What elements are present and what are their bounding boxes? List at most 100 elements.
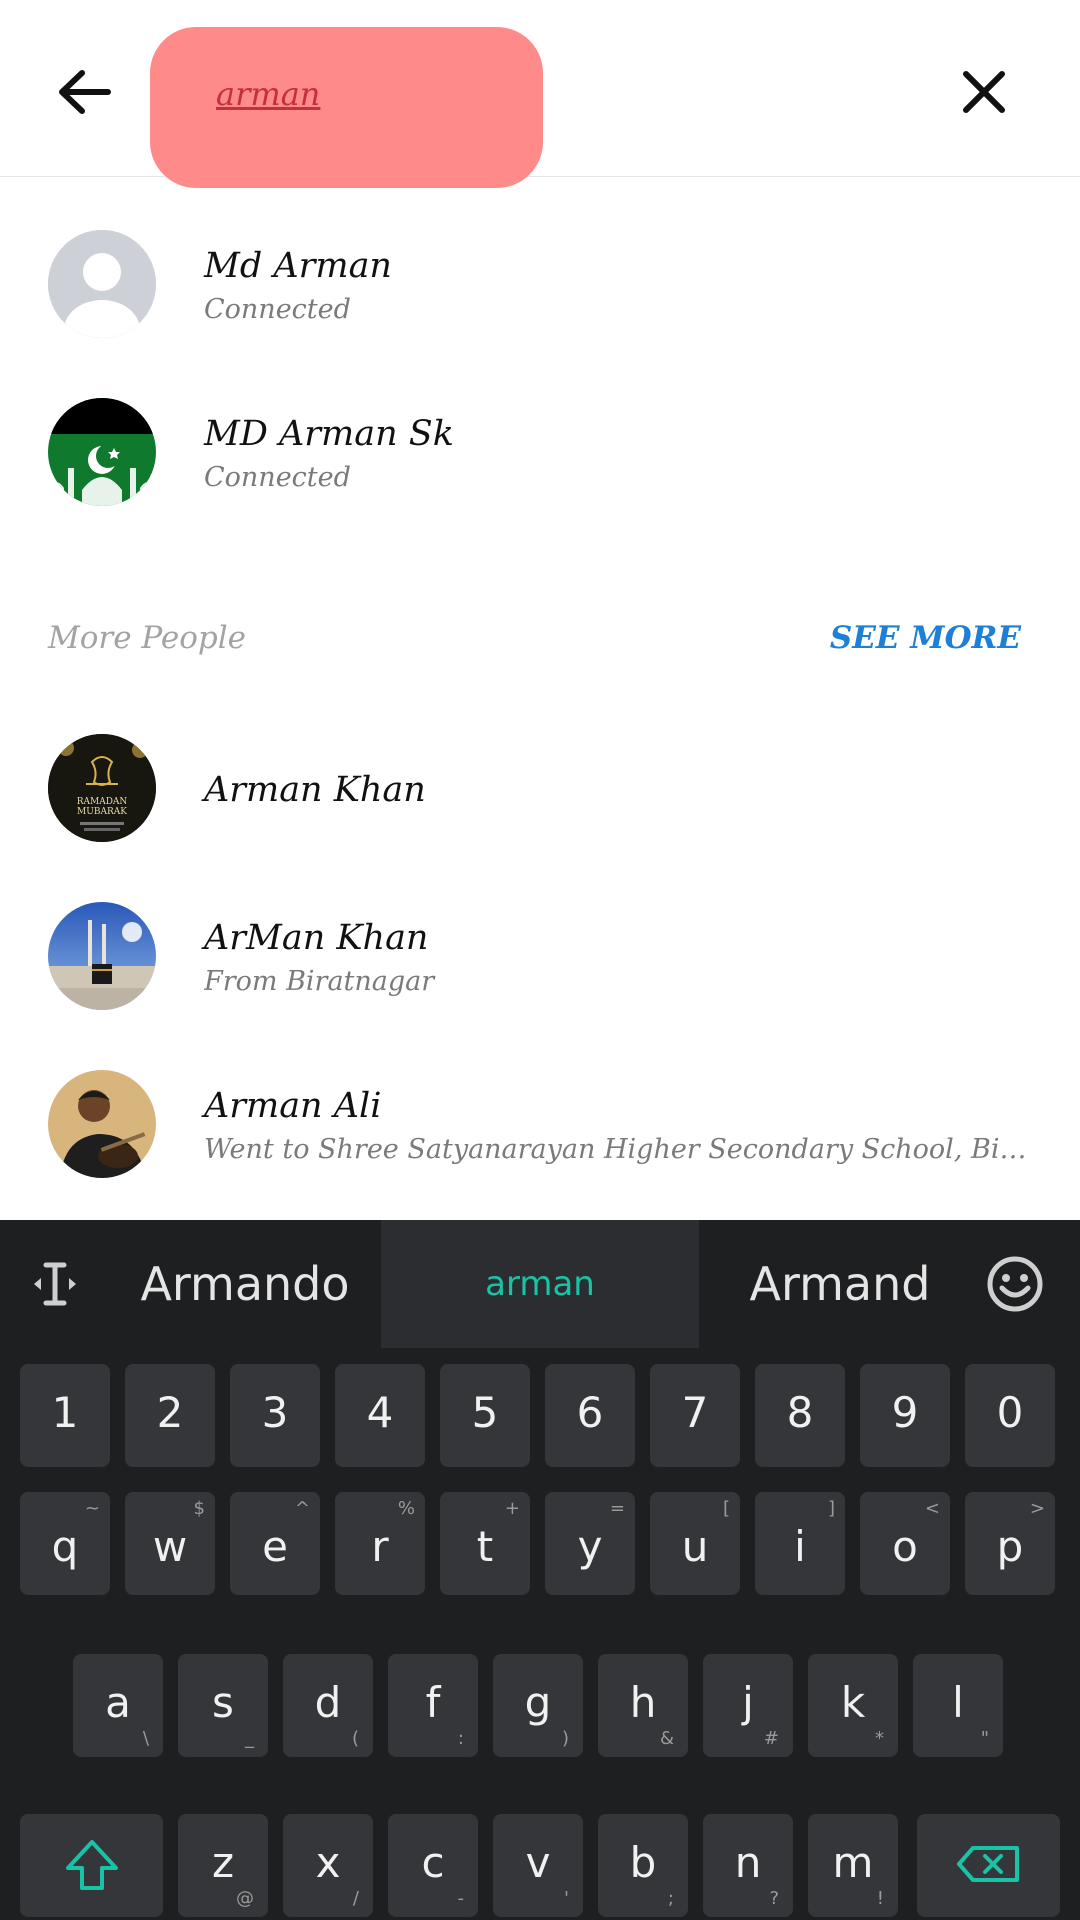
key-label: q: [51, 1522, 79, 1571]
text-cursor-button[interactable]: [0, 1220, 110, 1348]
key-3[interactable]: 3: [230, 1364, 320, 1467]
key-label: a: [105, 1678, 131, 1727]
key-v[interactable]: v ': [493, 1814, 583, 1917]
suggestion-left[interactable]: Armando: [110, 1220, 380, 1348]
suggestion-right[interactable]: Armand: [700, 1220, 980, 1348]
key-label: k: [840, 1678, 866, 1727]
key-z[interactable]: z @: [178, 1814, 268, 1917]
key-alt-label: >: [1029, 1498, 1045, 1519]
person-subtitle: Connected: [204, 294, 351, 325]
key-m[interactable]: m!: [808, 1814, 898, 1917]
key-l[interactable]: l ": [913, 1654, 1003, 1757]
list-item[interactable]: Arman Ali Went to Shree Satyanarayan Hig…: [0, 1050, 1080, 1200]
key-f[interactable]: f:: [388, 1654, 478, 1757]
key-g[interactable]: g): [493, 1654, 583, 1757]
key-label: 1: [51, 1388, 79, 1437]
key-t[interactable]: t +: [440, 1492, 530, 1595]
backspace-icon: [957, 1846, 1019, 1882]
search-input[interactable]: [216, 68, 516, 120]
key-d[interactable]: d(: [283, 1654, 373, 1757]
key-alt-label: /: [352, 1888, 359, 1909]
person-subtitle: Connected: [204, 462, 351, 493]
key-alt-label: <: [924, 1498, 940, 1519]
person-name: ArMan Khan: [204, 918, 429, 958]
key-label: c: [421, 1838, 445, 1887]
see-more-button[interactable]: SEE MORE: [830, 620, 1021, 656]
svg-text:RAMADAN: RAMADAN: [77, 797, 128, 807]
list-item[interactable]: ArMan Khan From Biratnagar: [0, 882, 1080, 1032]
key-alt-label: ): [561, 1728, 569, 1749]
key-label: s: [212, 1678, 234, 1727]
key-a[interactable]: a \: [73, 1654, 163, 1757]
shift-key[interactable]: [20, 1814, 163, 1917]
key-y[interactable]: y =: [545, 1492, 635, 1595]
key-q[interactable]: q ~: [20, 1492, 110, 1595]
key-alt-label: \: [142, 1728, 149, 1749]
key-7[interactable]: 7: [650, 1364, 740, 1467]
key-alt-label: :: [457, 1728, 464, 1749]
key-8[interactable]: 8: [755, 1364, 845, 1467]
key-label: 3: [261, 1388, 289, 1437]
key-x[interactable]: x /: [283, 1814, 373, 1917]
key-o[interactable]: o <: [860, 1492, 950, 1595]
key-alt-label: @: [236, 1888, 254, 1909]
default-person-icon: [48, 230, 156, 338]
key-label: j: [742, 1678, 754, 1727]
person-name: Md Arman: [204, 246, 392, 286]
back-button[interactable]: [48, 60, 120, 124]
kaaba-photo-icon: [48, 902, 156, 1010]
key-label: n: [734, 1838, 762, 1887]
key-0[interactable]: 0: [965, 1364, 1055, 1467]
svg-text:MUBARAK: MUBARAK: [77, 807, 127, 817]
avatar: [48, 902, 156, 1010]
key-alt-label: ~: [84, 1498, 100, 1519]
key-j[interactable]: j #: [703, 1654, 793, 1757]
key-2[interactable]: 2: [125, 1364, 215, 1467]
key-alt-label: =: [609, 1498, 625, 1519]
key-k[interactable]: k *: [808, 1654, 898, 1757]
suggestion-center[interactable]: arman: [381, 1220, 699, 1348]
key-alt-label: (: [351, 1728, 359, 1749]
key-label: r: [371, 1522, 389, 1571]
arrow-left-icon: [59, 70, 111, 114]
key-1[interactable]: 1: [20, 1364, 110, 1467]
key-b[interactable]: b;: [598, 1814, 688, 1917]
key-u[interactable]: u[: [650, 1492, 740, 1595]
key-label: 8: [786, 1388, 814, 1437]
key-label: 4: [366, 1388, 394, 1437]
key-i[interactable]: i]: [755, 1492, 845, 1595]
avatar: RAMADAN MUBARAK: [48, 734, 156, 842]
key-alt-label: ?: [769, 1888, 779, 1909]
key-6[interactable]: 6: [545, 1364, 635, 1467]
emoji-button[interactable]: [975, 1220, 1055, 1348]
key-w[interactable]: w $: [125, 1492, 215, 1595]
person-subtitle: From Biratnagar: [204, 966, 435, 997]
person-name: Arman Ali: [204, 1086, 382, 1126]
key-5[interactable]: 5: [440, 1364, 530, 1467]
person-subtitle: Went to Shree Satyanarayan Higher Second…: [204, 1134, 1034, 1165]
key-9[interactable]: 9: [860, 1364, 950, 1467]
key-s[interactable]: s _: [178, 1654, 268, 1757]
key-alt-label: $: [193, 1498, 205, 1519]
key-h[interactable]: h &: [598, 1654, 688, 1757]
key-n[interactable]: n?: [703, 1814, 793, 1917]
list-item[interactable]: RAMADAN MUBARAK Arman Khan: [0, 714, 1080, 864]
key-e[interactable]: e ^: [230, 1492, 320, 1595]
key-alt-label: ': [564, 1888, 569, 1909]
clear-search-button[interactable]: [950, 60, 1018, 124]
key-p[interactable]: p >: [965, 1492, 1055, 1595]
key-c[interactable]: c-: [388, 1814, 478, 1917]
avatar: [48, 230, 156, 338]
backspace-key[interactable]: [917, 1814, 1060, 1917]
key-alt-label: ]: [827, 1498, 835, 1519]
key-4[interactable]: 4: [335, 1364, 425, 1467]
key-label: v: [525, 1838, 551, 1887]
key-r[interactable]: r%: [335, 1492, 425, 1595]
list-item[interactable]: Md Arman Connected: [0, 210, 1080, 360]
key-label: h: [629, 1678, 657, 1727]
key-label: m: [832, 1838, 874, 1887]
key-label: l: [952, 1678, 964, 1727]
list-item[interactable]: MD Arman Sk Connected: [0, 378, 1080, 528]
avatar: [48, 1070, 156, 1178]
key-label: t: [476, 1522, 494, 1571]
